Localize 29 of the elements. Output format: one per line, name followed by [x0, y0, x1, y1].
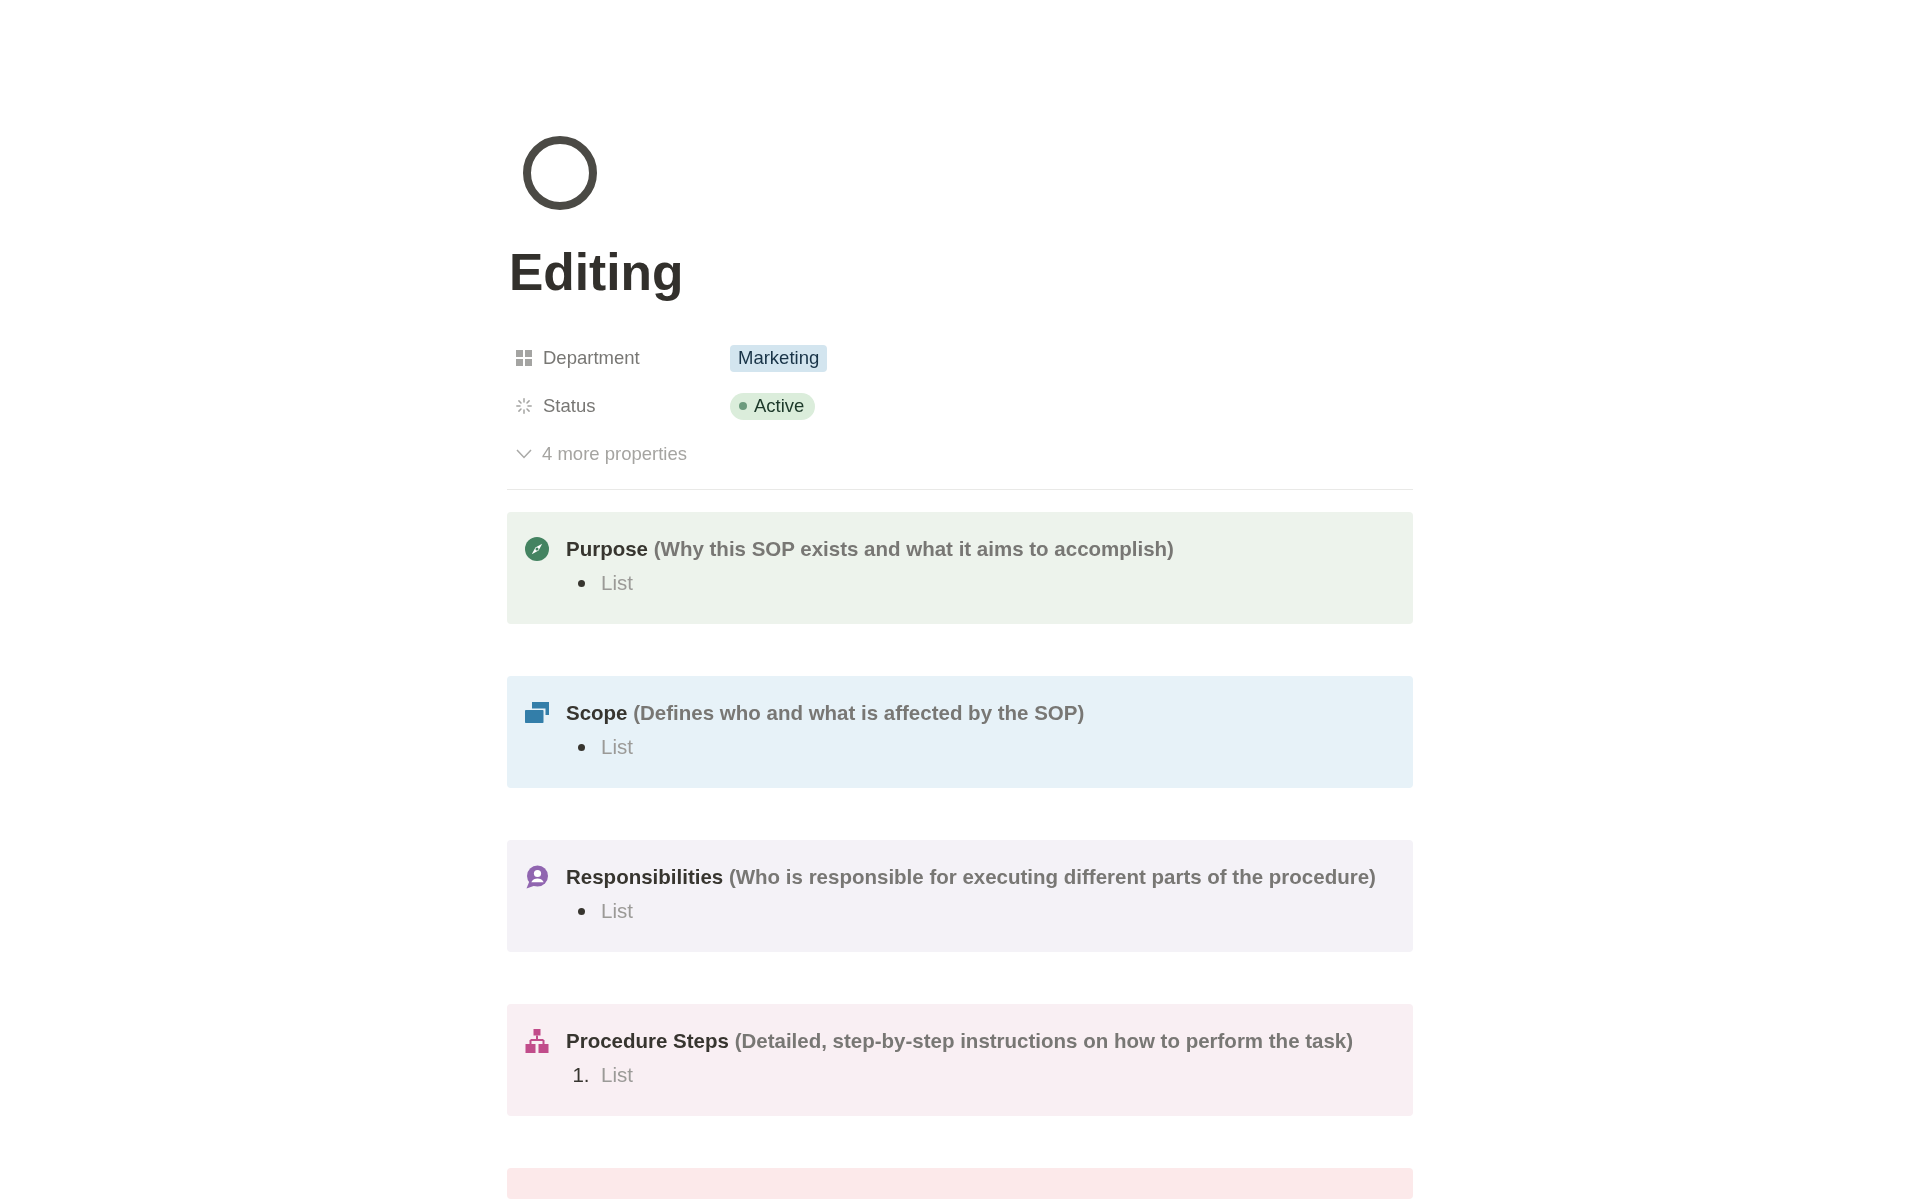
callout-description: (Who is responsible for executing different parts of the procedure) [728, 865, 1376, 888]
sunburst-icon [516, 398, 532, 414]
callout-heading: Responsibilities [566, 865, 724, 888]
bullet-icon [577, 907, 585, 915]
compass-icon [525, 537, 549, 561]
person-bubble-icon [525, 865, 549, 889]
property-label: Department [543, 347, 640, 369]
list-item: List [601, 571, 633, 595]
property-label: Status [543, 395, 596, 417]
status-tag[interactable]: Active [730, 392, 816, 420]
callout-heading: Scope [566, 701, 628, 724]
callout-description: (Why this SOP exists and what it aims to accomplish) [653, 537, 1174, 560]
list-number: 1. [572, 1063, 590, 1087]
list-item: List [601, 735, 633, 759]
list-item: List [601, 1063, 633, 1087]
page-title: Editing [509, 242, 684, 302]
ring-icon [523, 136, 597, 210]
callout-description: (Defines who and what is affected by the SOP) [633, 701, 1085, 724]
status-dot-icon [739, 402, 747, 410]
hierarchy-icon [525, 1029, 549, 1053]
list-item: List [601, 899, 633, 923]
bullet-icon [577, 579, 585, 587]
callout-heading: Procedure Steps [566, 1029, 729, 1052]
grid-icon [516, 350, 532, 366]
callout-heading: Purpose [566, 537, 649, 560]
windows-icon [525, 701, 549, 723]
bullet-icon [577, 743, 585, 751]
callout-description: (Detailed, step-by-step instructions on how to perform the task) [734, 1029, 1354, 1052]
select-tag[interactable]: Marketing [730, 344, 828, 372]
